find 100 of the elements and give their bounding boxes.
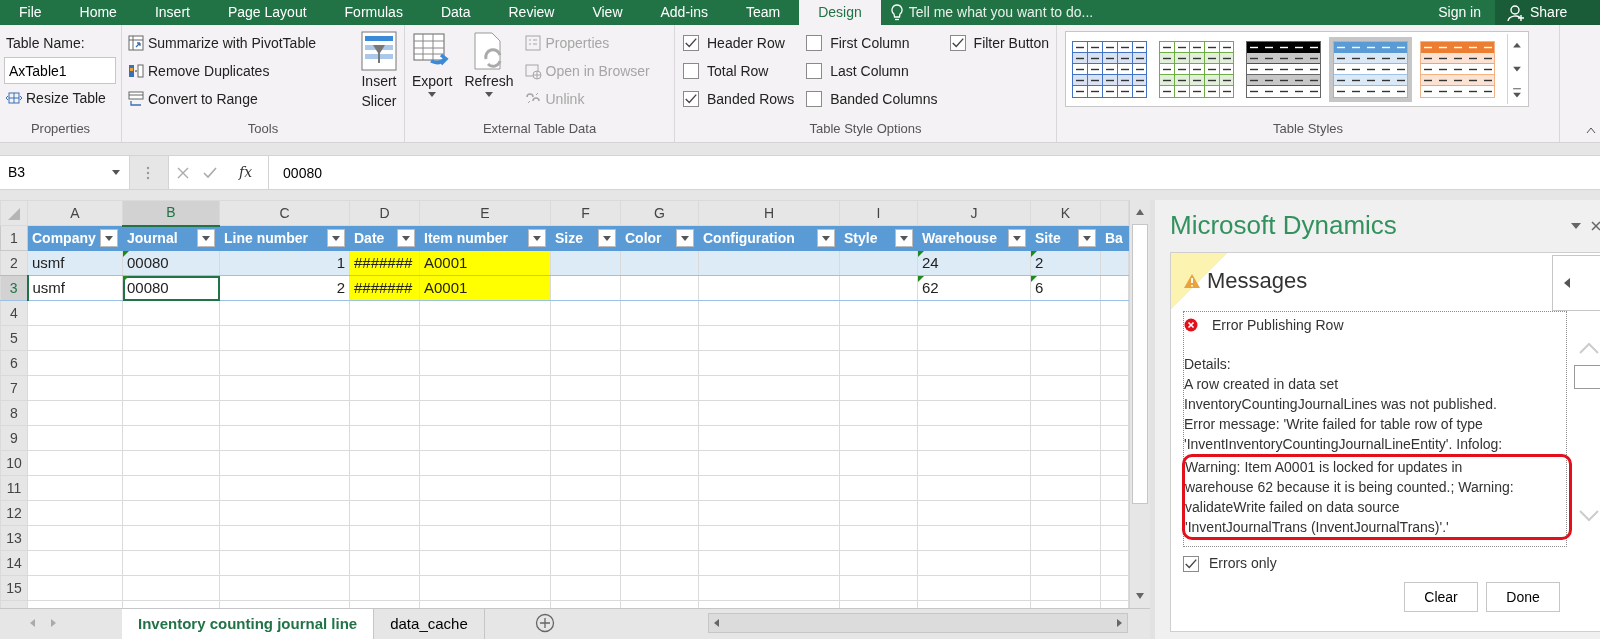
menu-tab[interactable]: Formulas — [325, 0, 422, 25]
menu-tab[interactable]: Design — [799, 0, 881, 25]
row-number[interactable]: 14 — [0, 550, 28, 576]
insert-function-button[interactable]: fx — [231, 162, 261, 183]
sheet-tab[interactable]: Inventory counting journal line — [122, 609, 375, 639]
column-letter[interactable]: A — [27, 200, 123, 226]
column-letter[interactable]: B — [122, 200, 220, 226]
filter-button[interactable] — [100, 229, 118, 247]
refresh-button[interactable]: Refresh — [461, 29, 517, 118]
checkbox[interactable] — [806, 35, 823, 51]
menu-tab[interactable]: Data — [421, 0, 490, 25]
close-icon[interactable] — [1590, 220, 1600, 232]
name-box[interactable]: B3 — [0, 156, 130, 189]
table-cell[interactable]: 62 — [917, 275, 1031, 301]
column-letter[interactable]: I — [839, 200, 918, 226]
checkbox-label: First Column — [830, 33, 910, 53]
menu-tab[interactable]: Insert — [135, 0, 209, 25]
scroll-thumb[interactable] — [1132, 224, 1148, 504]
row-number[interactable]: 15 — [0, 575, 28, 601]
filter-button[interactable] — [327, 229, 345, 247]
menu-tab[interactable]: Home — [60, 0, 136, 25]
properties-icon — [524, 34, 542, 52]
row-number[interactable]: 6 — [0, 350, 28, 376]
tell-me-search[interactable]: Tell me what you want to do... — [880, 0, 1104, 25]
dialog-button[interactable]: Done — [1486, 582, 1560, 612]
table-cell[interactable]: 00080 — [122, 250, 220, 276]
column-letter[interactable]: H — [698, 200, 840, 226]
filter-button[interactable] — [397, 229, 415, 247]
filter-button[interactable] — [1078, 229, 1096, 247]
checkbox[interactable] — [1183, 555, 1199, 572]
table-cell[interactable]: 2 — [219, 275, 350, 301]
message-text: validateWrite failed on data source — [1185, 498, 1401, 517]
browser-icon — [524, 62, 542, 80]
table-cell[interactable]: A0001 — [419, 250, 551, 276]
filter-button[interactable] — [895, 229, 913, 247]
sign-in-link[interactable]: Sign in — [1424, 0, 1495, 25]
table-cell[interactable]: 6 — [1030, 275, 1101, 301]
checkbox[interactable] — [683, 63, 699, 79]
table-cell[interactable]: 24 — [917, 250, 1031, 276]
row-number[interactable]: 1 — [0, 225, 28, 251]
menu-tab[interactable]: Review — [489, 0, 574, 25]
row-number[interactable]: 2 — [0, 250, 28, 276]
checkbox[interactable] — [683, 91, 699, 107]
tool-command[interactable]: Summarize with PivotTable — [126, 29, 319, 57]
table-cell[interactable]: 00080 — [122, 275, 220, 301]
collapse-ribbon-icon[interactable] — [1586, 127, 1596, 134]
filter-button[interactable] — [528, 229, 546, 247]
menu-tab[interactable]: Page Layout — [208, 0, 326, 25]
dialog-button[interactable]: Clear — [1404, 582, 1478, 612]
caret-icon — [401, 234, 411, 242]
row-number[interactable]: 4 — [0, 300, 28, 326]
column-letter[interactable]: G — [620, 200, 699, 226]
side-panel-box[interactable] — [1574, 365, 1600, 389]
checkbox[interactable] — [949, 35, 966, 51]
sheet-tab[interactable]: data_cache — [374, 609, 485, 639]
menu-tab[interactable]: Add-ins — [641, 0, 727, 25]
row-number[interactable]: 5 — [0, 325, 28, 351]
table-cell[interactable]: 2 — [1030, 250, 1101, 276]
checkbox[interactable] — [806, 91, 823, 107]
table-cell[interactable]: A0001 — [419, 275, 551, 301]
warning-icon — [1183, 273, 1201, 289]
column-letter[interactable]: K — [1030, 200, 1101, 226]
pane-menu-icon[interactable] — [1570, 222, 1582, 230]
row-number[interactable]: 3 — [0, 275, 28, 301]
filter-button[interactable] — [1008, 229, 1026, 247]
menu-tab[interactable]: Team — [726, 0, 800, 25]
column-letter[interactable]: F — [550, 200, 621, 226]
checkbox[interactable] — [683, 35, 699, 51]
column-letter[interactable]: D — [349, 200, 420, 226]
insert-slicer-button[interactable]: Insert Slicer — [358, 29, 400, 118]
vertical-scrollbar[interactable] — [1129, 200, 1150, 608]
table-cell[interactable]: usmf — [27, 275, 123, 301]
menu-tab[interactable]: View — [573, 0, 642, 25]
row-number[interactable]: 13 — [0, 525, 28, 551]
menu-tab[interactable]: File — [0, 0, 61, 25]
add-sheet-icon[interactable] — [534, 613, 555, 633]
column-letter[interactable]: C — [219, 200, 350, 226]
column-letter[interactable]: J — [917, 200, 1031, 226]
checkbox[interactable] — [806, 63, 823, 79]
row-number[interactable]: 7 — [0, 375, 28, 401]
horizontal-scrollbar[interactable] — [708, 613, 1128, 633]
tool-command[interactable]: Remove Duplicates — [126, 57, 272, 85]
row-number[interactable]: 11 — [0, 475, 28, 501]
filter-button[interactable] — [676, 229, 694, 247]
export-button[interactable]: Export — [409, 29, 456, 118]
formula-field[interactable]: 00080 — [268, 156, 1600, 189]
tool-command[interactable]: Convert to Range — [126, 85, 260, 113]
row-number[interactable]: 10 — [0, 450, 28, 476]
row-number[interactable]: 9 — [0, 425, 28, 451]
table-cell[interactable]: 1 — [219, 250, 350, 276]
resize-table-button[interactable]: Resize Table — [4, 84, 108, 112]
column-letter[interactable]: E — [419, 200, 551, 226]
filter-button[interactable] — [817, 229, 835, 247]
table-cell[interactable]: usmf — [27, 250, 123, 276]
filter-button[interactable] — [197, 229, 215, 248]
row-number[interactable]: 8 — [0, 400, 28, 426]
share-button[interactable]: Share — [1495, 0, 1600, 25]
filter-button[interactable] — [598, 229, 616, 247]
row-number[interactable]: 12 — [0, 500, 28, 526]
table-name-field[interactable]: AxTable1 — [4, 57, 116, 84]
